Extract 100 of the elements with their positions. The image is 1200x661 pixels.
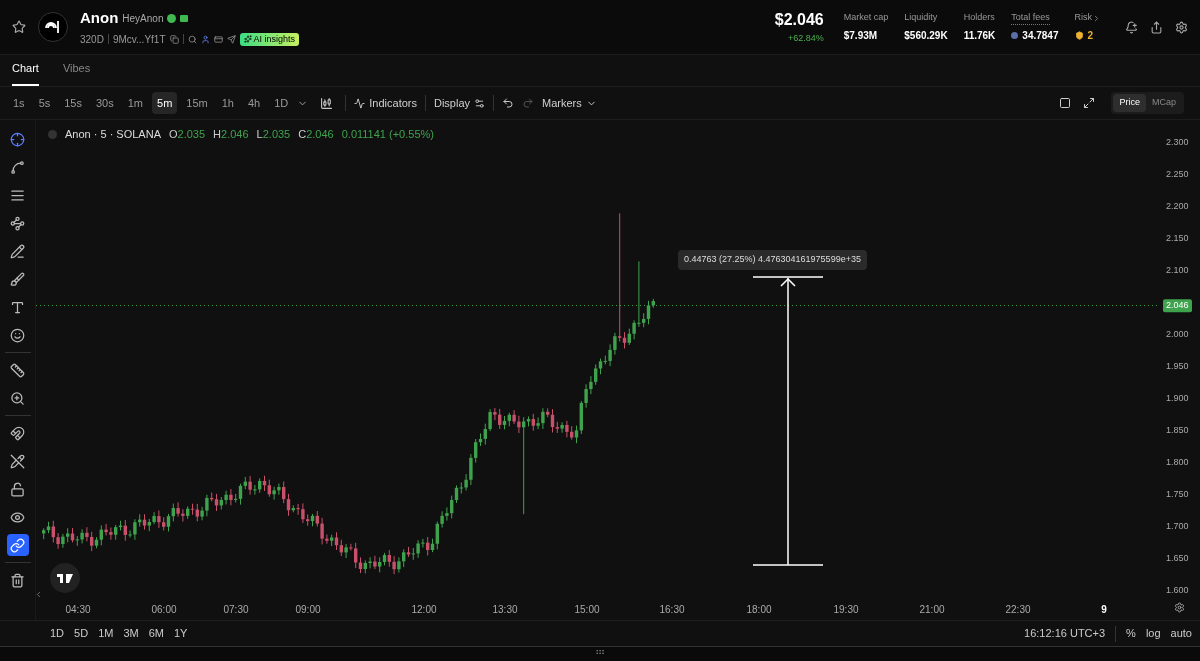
copy-icon[interactable]	[169, 34, 179, 44]
shield-icon	[1074, 30, 1084, 40]
logo-icon	[44, 20, 62, 34]
ohlc-value: O2.035	[169, 127, 206, 142]
stat-value: 2	[1087, 28, 1094, 43]
sparkle-icon	[243, 35, 252, 44]
markers-button[interactable]: Markers	[542, 94, 597, 112]
token-address: 9Mcv...Yf1T	[112, 32, 166, 47]
price-tick: 1.800	[1166, 456, 1189, 470]
current-price-label: 2.046	[1163, 298, 1192, 313]
chart-symbol: Anon · 5 · SOLANA	[65, 127, 161, 142]
bell-icon[interactable]	[1125, 20, 1138, 34]
ohlc-value: L2.035	[256, 127, 291, 142]
stat-value: $7.93M	[843, 28, 878, 43]
price-tick: 1.600	[1166, 584, 1189, 598]
interval-button[interactable]: 4h	[242, 91, 266, 115]
indicator-icon	[354, 97, 366, 109]
range-button[interactable]: 1Y	[173, 625, 188, 642]
token-handle: HeyAnon	[122, 12, 164, 26]
time-tick: 21:00	[919, 603, 945, 617]
range-button[interactable]: 3M	[123, 625, 139, 642]
fullscreen-icon[interactable]	[1083, 97, 1096, 109]
time-tick: 9	[1101, 603, 1107, 617]
interval-button[interactable]: 15m	[181, 91, 213, 115]
interval-button[interactable]: 1D	[269, 91, 294, 115]
change-value: 0.011141 (+0.55%)	[341, 127, 434, 142]
coin-icon	[1011, 32, 1019, 40]
candles-icon[interactable]	[320, 96, 334, 110]
time-tick: 16:30	[659, 603, 685, 617]
person-icon[interactable]	[200, 34, 210, 44]
price-tick: 1.750	[1166, 488, 1189, 502]
chart-clock: 16:12:16 UTC+3	[1024, 626, 1106, 642]
tab[interactable]: Vibes	[62, 59, 91, 86]
card-icon[interactable]	[213, 34, 223, 44]
time-tick: 12:00	[411, 603, 437, 617]
interval-button[interactable]: 5m	[152, 91, 178, 115]
range-button[interactable]: 1D	[50, 625, 65, 642]
time-tick: 19:30	[833, 603, 859, 617]
price-tick: 1.900	[1166, 392, 1189, 406]
stat-label: Holders	[963, 11, 995, 25]
price-tick: 2.000	[1166, 328, 1189, 342]
display-button[interactable]: Display	[434, 94, 486, 112]
interval-button[interactable]: 30s	[91, 91, 119, 115]
settings-icon	[474, 97, 486, 109]
time-tick: 15:00	[574, 603, 600, 617]
tv-logo-icon	[57, 573, 73, 583]
resize-handle-icon[interactable]	[595, 647, 605, 657]
tab[interactable]: Chart	[12, 59, 39, 86]
wallet-icon	[180, 15, 189, 22]
stat-label: Liquidity	[904, 11, 938, 25]
range-button[interactable]: 6M	[148, 625, 164, 642]
redo-icon[interactable]	[522, 97, 535, 109]
time-tick: 04:30	[65, 603, 91, 617]
ohlc-value: H2.046	[213, 127, 249, 142]
stat-value: 11.76K	[963, 28, 996, 43]
stat-label: Market cap	[843, 11, 889, 25]
link-tool-icon[interactable]	[6, 534, 29, 556]
axis-settings-icon[interactable]	[1174, 602, 1185, 613]
measure-label: 0.44763 (27.25%) 4.476304161975599e+35	[678, 250, 867, 270]
stat-label: Total fees	[1011, 10, 1050, 26]
time-tick: 09:00	[295, 603, 321, 617]
interval-button[interactable]: 1m	[122, 91, 149, 115]
range-button[interactable]: 5D	[74, 625, 89, 642]
ohlc-value: C2.046	[298, 127, 334, 142]
range-button[interactable]: 1M	[98, 625, 114, 642]
time-tick: 22:30	[1005, 603, 1031, 617]
time-tick: 06:00	[151, 603, 177, 617]
favorite-star-icon[interactable]	[12, 20, 26, 34]
indicators-button[interactable]: Indicators	[354, 94, 417, 112]
ai-insights-button[interactable]: AI insights	[239, 32, 300, 46]
symbol-logo-icon	[48, 129, 57, 139]
collapse-icon[interactable]	[34, 590, 43, 599]
log-button[interactable]: log	[1145, 625, 1161, 642]
settings-icon[interactable]	[1175, 20, 1188, 34]
search-icon[interactable]	[187, 34, 197, 44]
stat-value: $560.29K	[904, 28, 948, 43]
share-icon[interactable]	[1150, 20, 1163, 34]
interval-button[interactable]: 1s	[8, 91, 30, 115]
layout-icon[interactable]	[1059, 97, 1072, 109]
price-tick: 2.300	[1166, 136, 1189, 150]
price-tick: 2.200	[1166, 200, 1189, 214]
interval-button[interactable]: 5s	[33, 91, 56, 115]
price-tick: 2.100	[1166, 264, 1189, 278]
interval-button[interactable]: 15s	[59, 91, 87, 115]
undo-icon[interactable]	[502, 97, 515, 109]
time-tick: 18:00	[746, 603, 772, 617]
chevron-icon	[1092, 13, 1101, 23]
toggle-option[interactable]: MCap	[1146, 94, 1182, 112]
time-tick: 13:30	[492, 603, 518, 617]
percent-button[interactable]: %	[1126, 625, 1136, 642]
token-name: Anon	[80, 8, 119, 29]
toggle-option[interactable]: Price	[1113, 94, 1146, 112]
price-tick: 1.650	[1166, 552, 1189, 566]
auto-button[interactable]: auto	[1170, 625, 1192, 642]
price-tick: 1.950	[1166, 360, 1189, 374]
interval-button[interactable]: 1h	[216, 91, 239, 115]
time-tick: 07:30	[223, 603, 249, 617]
send-icon[interactable]	[226, 34, 236, 44]
token-age: 320D	[80, 32, 104, 47]
token-price: $2.046	[774, 10, 824, 31]
